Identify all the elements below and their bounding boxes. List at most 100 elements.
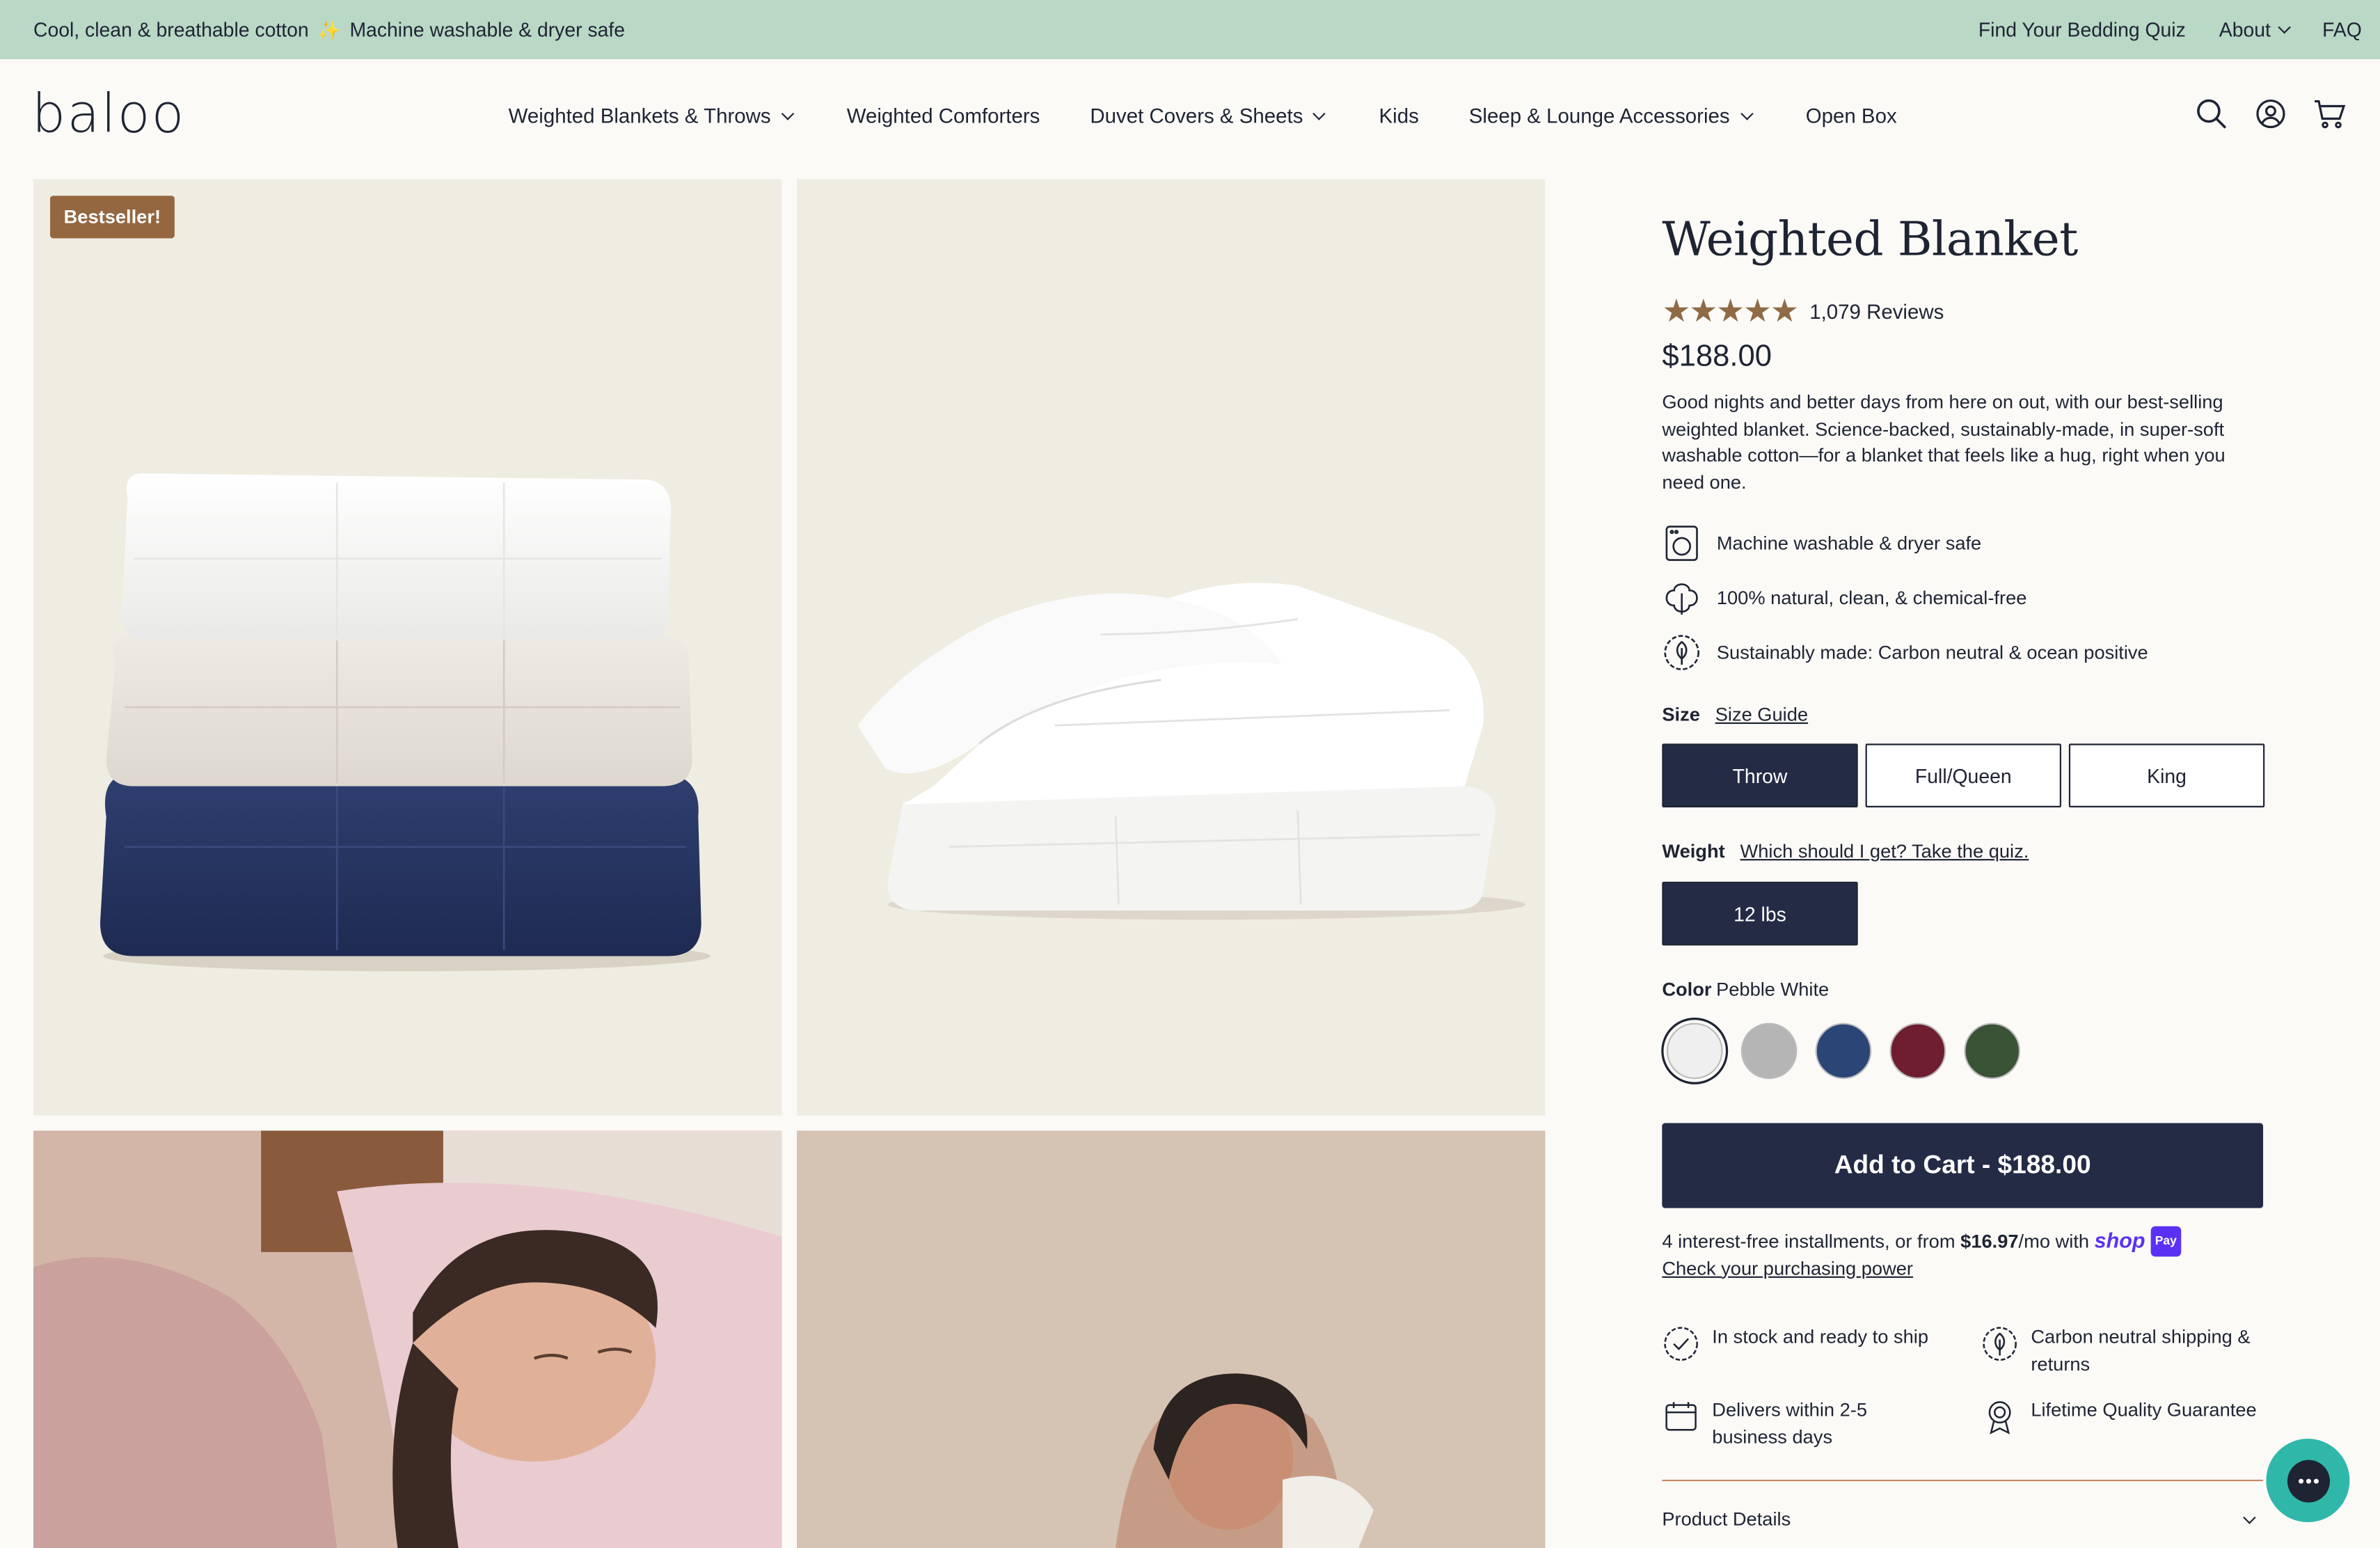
about-menu[interactable]: About [2219,18,2291,41]
product-details-label: Product Details [1662,1508,1791,1530]
size-label: Size [1662,704,1700,726]
faq-link[interactable]: FAQ [2322,18,2362,41]
product-title: Weighted Blanket [1662,212,2078,267]
nav-weighted-comforters[interactable]: Weighted Comforters [847,104,1040,127]
color-swatch-green[interactable] [1964,1022,2021,1080]
nav-label: Sleep & Lounge Accessories [1468,104,1730,128]
perk-guarantee: Lifetime Quality Guarantee [1981,1398,2269,1436]
weight-option-12lbs[interactable]: 12 lbs [1662,881,1858,946]
rating-row[interactable]: ★★★★★ 1,079 Reviews [1662,293,1944,331]
bestseller-badge: Bestseller! [49,196,175,239]
cart-icon[interactable] [2313,97,2347,131]
weight-quiz-link[interactable]: Which should I get? Take the quiz. [1740,841,2029,862]
size-option-full-queen[interactable]: Full/Queen [1865,743,2061,807]
folded-white-blanket-illustration [857,583,1526,920]
utility-links: Find Your Bedding Quiz About FAQ [1978,18,2362,41]
star-rating-icon: ★★★★★ [1662,294,1799,330]
chevron-down-icon [2243,1510,2256,1524]
size-option-king[interactable]: King [2068,743,2265,807]
installments-suffix: /mo with [2018,1231,2095,1252]
nav-label: Weighted Blankets & Throws [508,104,771,128]
product-description: Good nights and better days from here on… [1662,391,2226,493]
award-ribbon-icon [1988,1401,2011,1435]
page: Cool, clean & breathable cotton ✨ Machin… [0,0,2380,1548]
feature-label: 100% natural, clean, & chemical-free [1716,587,2027,609]
announcement-bar: Cool, clean & breathable cotton ✨ Machin… [0,0,2380,60]
size-label-row: Size Size Guide [1662,704,1808,726]
installments-amount: $16.97 [1960,1231,2019,1252]
search-icon[interactable] [2195,97,2228,131]
sparkle-icon: ✨ [317,19,341,40]
size-option-throw[interactable]: Throw [1662,743,1858,807]
color-swatch-grey[interactable] [1740,1022,1798,1080]
perk-label: Carbon neutral shipping & returns [2031,1326,2251,1375]
product-price: $188.00 [1662,340,1772,374]
nav-label: Open Box [1805,104,1897,128]
calendar-icon [1665,1402,1697,1431]
product-details-accordion[interactable]: Product Details [1662,1508,2263,1530]
folded-blankets-stack-illustration [100,473,711,972]
feature-label: Machine washable & dryer safe [1716,532,1982,554]
woman-lounging-illustration [797,1130,1546,1548]
perk-carbon-neutral: Carbon neutral shipping & returns [1981,1325,2269,1377]
about-label: About [2219,18,2271,41]
color-label-row: Color Pebble White [1662,979,1829,1000]
nav-sleep-lounge[interactable]: Sleep & Lounge Accessories [1468,104,1753,128]
weight-label-row: Weight Which should I get? Take the quiz… [1662,841,2029,862]
purchasing-power-link[interactable]: Check your purchasing power [1662,1257,1913,1279]
announcement-text-1: Cool, clean & breathable cotton [33,18,309,41]
review-count: 1,079 Reviews [1809,300,1944,324]
chevron-down-icon [2278,20,2291,34]
color-swatch-burgundy[interactable] [1889,1022,1946,1080]
woman-sleeping-illustration [33,1130,782,1548]
header-icons [2195,97,2347,131]
add-to-cart-button[interactable]: Add to Cart - $188.00 [1662,1123,2264,1208]
color-swatch-navy[interactable] [1815,1022,1872,1080]
logo[interactable]: baloo [32,85,186,145]
chevron-down-icon [1313,107,1326,120]
perk-label: Lifetime Quality Guarantee [2031,1399,2257,1421]
perk-delivery: Delivers within 2-5 business days [1662,1398,1935,1451]
announcement-text-2: Machine washable & dryer safe [349,18,626,41]
nav-kids[interactable]: Kids [1379,104,1419,127]
perk-in-stock: In stock and ready to ship [1662,1325,1965,1363]
perk-label: In stock and ready to ship [1712,1326,1929,1348]
leaf-badge-icon [1662,633,1701,672]
cotton-flower-icon [1662,578,1701,618]
nav-open-box[interactable]: Open Box [1806,104,1897,127]
leaf-badge-icon [1983,1327,2017,1361]
nav-label: Weighted Comforters [846,104,1040,128]
size-guide-link[interactable]: Size Guide [1715,704,1808,726]
bedding-quiz-link[interactable]: Find Your Bedding Quiz [1978,18,2186,41]
divider [1662,1479,2264,1482]
washing-machine-icon [1662,523,1701,563]
nav-duvet-covers[interactable]: Duvet Covers & Sheets [1090,104,1326,127]
product-image-folded[interactable] [797,179,1546,1116]
account-icon[interactable] [2254,97,2287,131]
perk-label: Delivers within 2-5 business days [1712,1399,1868,1448]
lifestyle-image-lounging[interactable] [797,1130,1546,1548]
announcement-messages: Cool, clean & breathable cotton ✨ Machin… [33,18,625,41]
shop-pay-installments: 4 interest-free installments, or from $1… [1662,1226,2299,1283]
chat-button[interactable] [2266,1439,2350,1522]
installments-text: 4 interest-free installments, or from [1662,1231,1961,1252]
nav-label: Kids [1379,104,1419,128]
chevron-down-icon [1740,107,1753,120]
check-circle-icon [1664,1327,1698,1361]
shop-pay-logo: shop [2094,1227,2145,1252]
color-swatch-pebble-white[interactable] [1666,1022,1723,1080]
product-image-stack[interactable]: Bestseller! [33,179,782,1116]
site-header: baloo Weighted Blankets & Throws Weighte… [0,59,2380,177]
feature-label: Sustainably made: Carbon neutral & ocean… [1716,642,2148,663]
feature-sustainable: Sustainably made: Carbon neutral & ocean… [1662,633,2148,672]
shop-pay-badge: Pay [2150,1226,2182,1256]
weight-label: Weight [1662,840,1725,862]
color-value: Pebble White [1716,979,1830,1000]
feature-washable: Machine washable & dryer safe [1662,523,1981,563]
color-label: Color [1662,979,1712,1000]
nav-weighted-blankets[interactable]: Weighted Blankets & Throws [508,104,794,128]
lifestyle-image-sleeping[interactable] [33,1130,782,1548]
feature-natural: 100% natural, clean, & chemical-free [1662,578,2026,618]
chat-bubble-icon [2286,1459,2329,1502]
chevron-down-icon [781,107,794,120]
